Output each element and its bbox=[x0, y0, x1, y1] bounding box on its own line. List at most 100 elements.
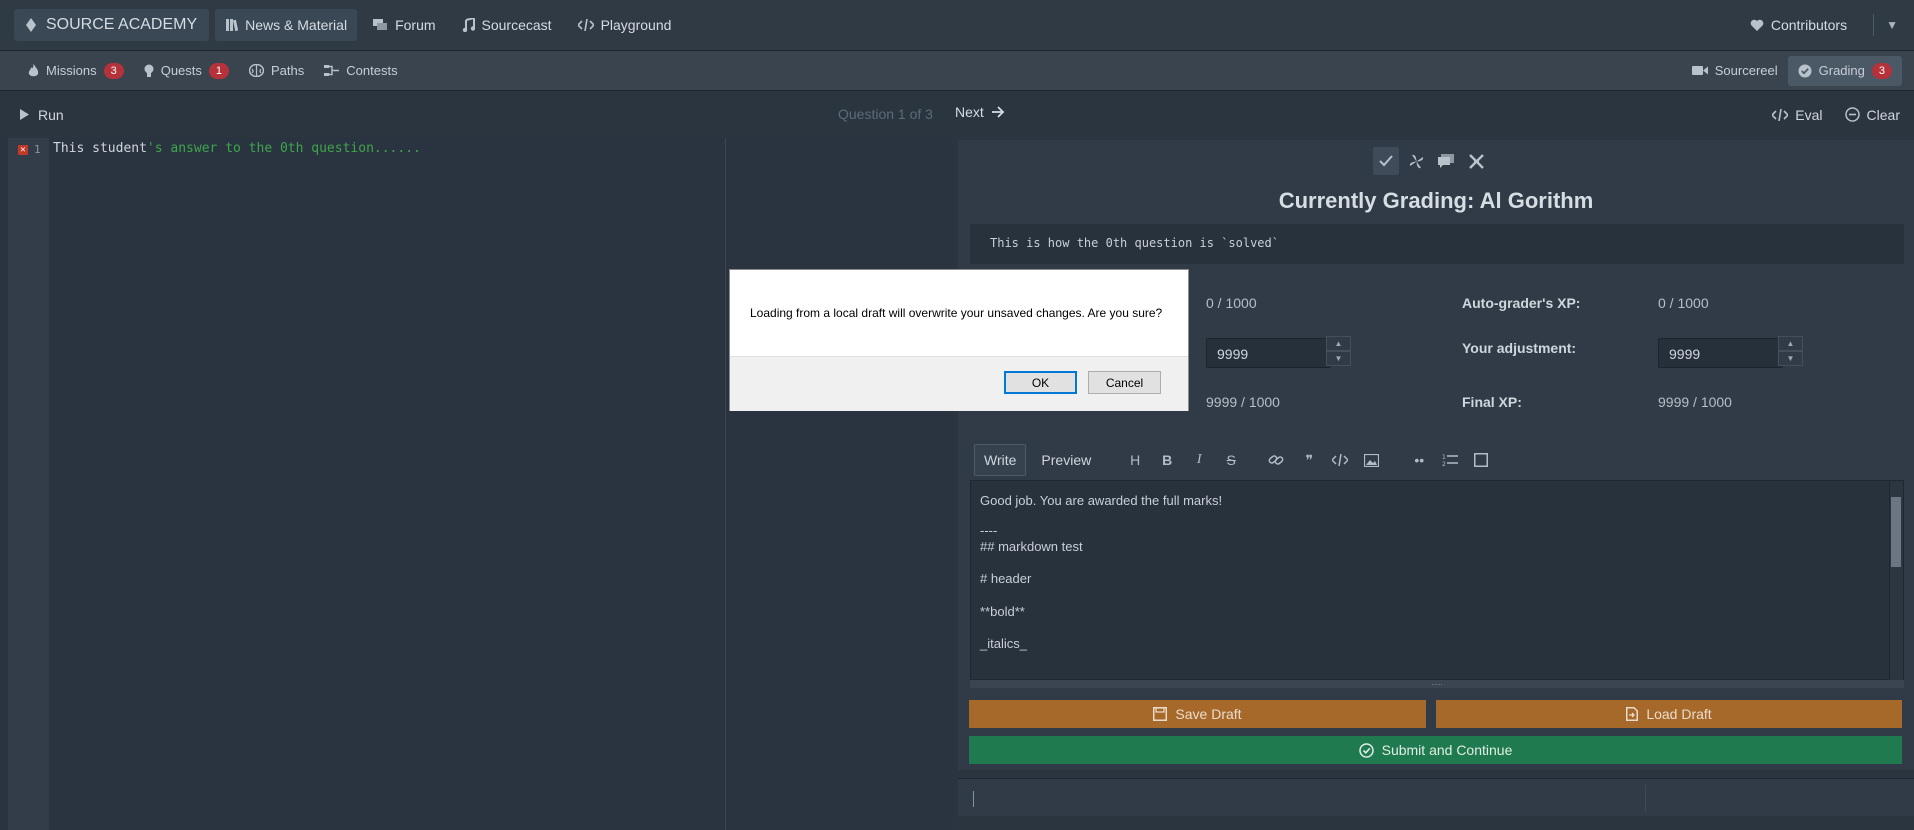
ok-button[interactable]: OK bbox=[1004, 371, 1077, 394]
code-icon bbox=[577, 19, 594, 31]
music-icon bbox=[462, 18, 475, 32]
minus-circle-icon bbox=[1844, 107, 1860, 122]
confirm-circle-icon bbox=[1358, 742, 1374, 758]
code-line[interactable]: This student's answer to the 0th questio… bbox=[53, 141, 421, 156]
heart-icon bbox=[1750, 19, 1764, 32]
grading-side-panel: Currently Grading: Al Gorithm This is ho… bbox=[958, 138, 1914, 830]
quests-count-badge: 1 bbox=[208, 62, 230, 79]
bottom-input-bar[interactable] bbox=[958, 778, 1914, 816]
sourcereel-tab[interactable]: Sourcereel bbox=[1682, 56, 1788, 86]
video-camera-icon bbox=[1691, 65, 1708, 76]
comment-line: _italics_ bbox=[980, 636, 1027, 651]
clear-button[interactable]: Clear bbox=[1844, 107, 1900, 123]
cancel-button[interactable]: Cancel bbox=[1088, 371, 1161, 394]
adjustment-input[interactable]: 9999 bbox=[1658, 338, 1783, 368]
play-icon bbox=[20, 109, 29, 120]
checkbox-icon[interactable] bbox=[1474, 453, 1492, 467]
comment-line: **bold** bbox=[980, 604, 1025, 619]
markdown-toolbar: Write Preview H B I S ❞ •• 12 bbox=[974, 442, 1898, 478]
adjustment-label: Your adjustment: bbox=[1462, 340, 1577, 356]
left-xp-value: 0 / 1000 bbox=[1206, 295, 1257, 311]
preview-tab[interactable]: Preview bbox=[1032, 444, 1100, 476]
contributors-button[interactable]: Contributors bbox=[1736, 17, 1861, 33]
missions-tab[interactable]: Missions 3 bbox=[18, 56, 134, 86]
heading-icon[interactable]: H bbox=[1126, 452, 1144, 468]
contests-tab[interactable]: Contests bbox=[314, 56, 407, 86]
adjustment-stepper[interactable]: ▲ ▼ bbox=[1778, 336, 1803, 366]
secondary-navbar: Missions 3 Quests 1 Paths Contests Sourc… bbox=[0, 51, 1914, 91]
comment-line: Good job. You are awarded the full marks… bbox=[980, 493, 1223, 508]
stepper-down-icon[interactable]: ▼ bbox=[1326, 351, 1351, 366]
airplane-tab-button[interactable] bbox=[1463, 147, 1489, 175]
nav-sourcecast[interactable]: Sourcecast bbox=[452, 9, 562, 41]
quests-tab[interactable]: Quests 1 bbox=[134, 56, 239, 86]
eval-label: Eval bbox=[1795, 106, 1823, 123]
autograder-tab-button[interactable] bbox=[1403, 147, 1429, 175]
paths-tab[interactable]: Paths bbox=[239, 56, 314, 86]
dialog-footer: OK Cancel bbox=[730, 356, 1188, 411]
image-icon[interactable] bbox=[1364, 453, 1382, 467]
grading-tab[interactable]: Grading 3 bbox=[1787, 55, 1902, 86]
stepper-down-icon[interactable]: ▼ bbox=[1778, 351, 1803, 366]
left-adjustment-stepper[interactable]: ▲ ▼ bbox=[1326, 336, 1351, 366]
grading-toolbar bbox=[1373, 146, 1489, 176]
code-token-string: 's answer to the 0th question...... bbox=[146, 141, 421, 156]
secondary-right-group: Sourcereel Grading 3 bbox=[1664, 55, 1902, 86]
eval-button[interactable]: Eval bbox=[1772, 106, 1823, 123]
load-draft-label: Load Draft bbox=[1646, 706, 1712, 722]
run-button[interactable]: Run bbox=[20, 107, 64, 123]
flame-icon bbox=[28, 63, 39, 78]
markdown-format-icons: H B I S ❞ •• 12 bbox=[1126, 452, 1492, 469]
comment-line: ---- bbox=[980, 523, 998, 538]
save-draft-button[interactable]: Save Draft bbox=[969, 700, 1426, 728]
textarea-resize-handle[interactable]: ..... bbox=[970, 679, 1904, 688]
comment-scrollbar[interactable] bbox=[1889, 481, 1903, 681]
text-cursor bbox=[973, 791, 974, 807]
ordered-list-icon[interactable]: 12 bbox=[1442, 453, 1460, 467]
comments-tab-button[interactable] bbox=[1433, 147, 1459, 175]
load-draft-button[interactable]: Load Draft bbox=[1436, 700, 1902, 728]
bold-icon[interactable]: B bbox=[1158, 452, 1176, 468]
next-button[interactable]: Next bbox=[955, 104, 1005, 120]
code-icon bbox=[1772, 108, 1789, 121]
nav-playground[interactable]: Playground bbox=[568, 9, 682, 41]
checkmark-icon bbox=[1379, 155, 1393, 167]
code-editor[interactable]: ✕ 1 This student's answer to the 0th que… bbox=[0, 138, 951, 830]
comment-line: # header bbox=[980, 571, 1032, 586]
nav-forum[interactable]: Forum bbox=[363, 9, 445, 41]
stepper-up-icon[interactable]: ▲ bbox=[1326, 336, 1351, 351]
missions-count-badge: 3 bbox=[103, 62, 124, 79]
confirm-dialog: Loading from a local draft will overwrit… bbox=[729, 269, 1189, 411]
forum-icon bbox=[373, 18, 388, 32]
quote-icon[interactable]: ❞ bbox=[1300, 452, 1318, 469]
error-marker-icon: ✕ bbox=[18, 144, 28, 155]
final-xp-label: Final XP: bbox=[1462, 394, 1522, 410]
fan-icon bbox=[1409, 154, 1424, 169]
italic-icon[interactable]: I bbox=[1190, 452, 1208, 468]
paths-label: Paths bbox=[271, 63, 305, 78]
academy-logo-icon bbox=[26, 18, 36, 32]
brand-button[interactable]: SOURCE ACADEMY bbox=[14, 9, 210, 41]
solution-box: This is how the 0th question is `solved` bbox=[970, 224, 1904, 264]
grading-tab-button[interactable] bbox=[1373, 147, 1399, 175]
quests-label: Quests bbox=[160, 63, 202, 78]
code-icon[interactable] bbox=[1332, 454, 1350, 466]
save-draft-label: Save Draft bbox=[1175, 706, 1242, 722]
unordered-list-icon[interactable]: •• bbox=[1410, 452, 1428, 468]
stepper-up-icon[interactable]: ▲ bbox=[1778, 336, 1803, 351]
caret-down-icon[interactable]: ▼ bbox=[1886, 18, 1898, 32]
strikethrough-icon[interactable]: S bbox=[1222, 452, 1240, 468]
write-tab[interactable]: Write bbox=[974, 444, 1027, 476]
divider bbox=[1645, 785, 1646, 811]
sourcereel-label: Sourcereel bbox=[1714, 63, 1778, 78]
svg-text:2: 2 bbox=[1442, 461, 1446, 467]
scrollbar-thumb[interactable] bbox=[1891, 497, 1901, 567]
link-icon[interactable] bbox=[1268, 453, 1286, 467]
top-right-group: Contributors ▼ bbox=[1736, 0, 1914, 50]
nav-news-material[interactable]: News & Material bbox=[215, 9, 358, 41]
left-adjustment-input[interactable]: 9999 bbox=[1206, 338, 1331, 368]
next-label: Next bbox=[955, 104, 984, 120]
submit-continue-button[interactable]: Submit and Continue bbox=[969, 736, 1902, 764]
comment-textarea[interactable]: Good job. You are awarded the full marks… bbox=[970, 480, 1904, 681]
divider bbox=[1873, 14, 1875, 36]
